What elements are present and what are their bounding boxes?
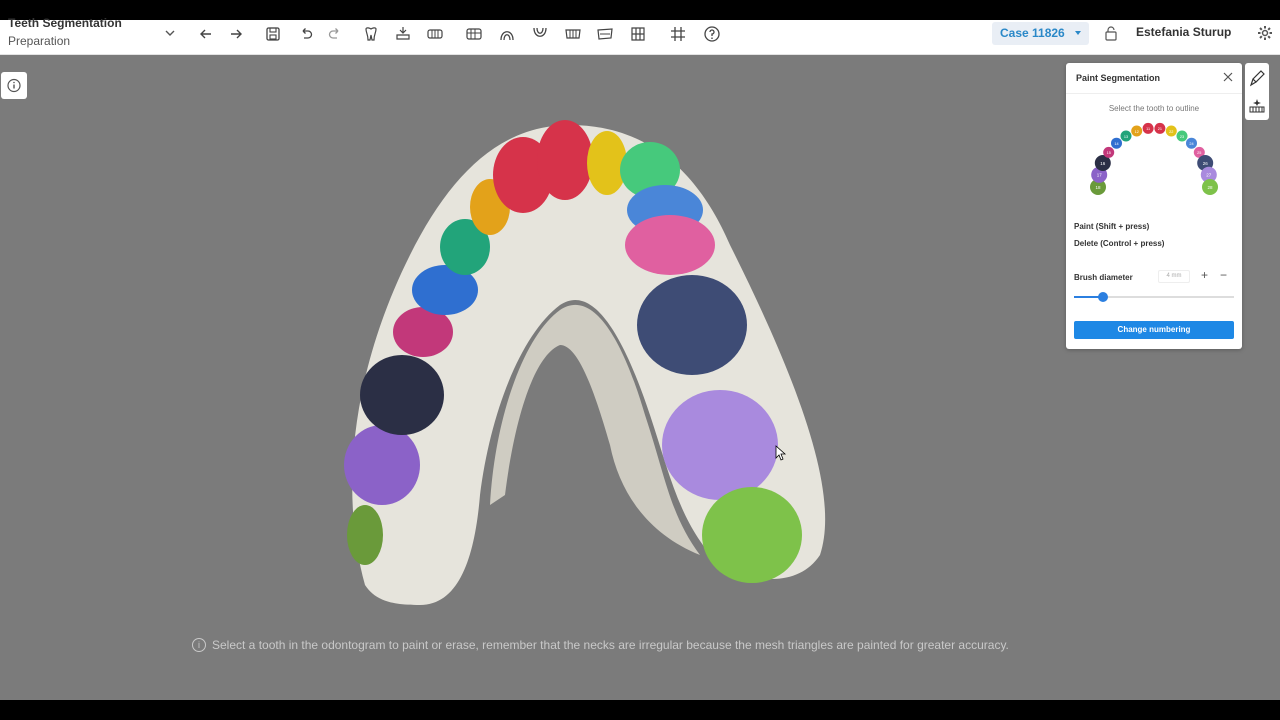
increase-brush-button[interactable]: + — [1201, 268, 1208, 282]
stage-selector[interactable]: Preparation — [8, 34, 70, 48]
top-toolbar: Teeth Segmentation Preparation Case 1182… — [0, 16, 1280, 55]
brush-slider[interactable] — [1074, 292, 1234, 302]
odontogram-tooth-14[interactable]: 14 — [1111, 137, 1122, 149]
odontogram-tooth-number: 11 — [1146, 127, 1150, 131]
odontogram-tooth-number: 17 — [1097, 173, 1103, 178]
gear-icon[interactable] — [1256, 24, 1274, 42]
change-numbering-button[interactable]: Change numbering — [1074, 321, 1234, 339]
odontogram-tooth-number: 26 — [1203, 161, 1209, 166]
arch-upper-icon[interactable] — [498, 25, 516, 43]
decrease-brush-button[interactable]: − — [1220, 268, 1227, 282]
paint-hint: Paint (Shift + press) — [1074, 222, 1150, 231]
arch-lower-icon[interactable] — [531, 25, 549, 43]
odontogram-tooth-22[interactable]: 22 — [1165, 125, 1177, 137]
help-icon[interactable] — [703, 25, 721, 43]
tooth-28[interactable] — [702, 487, 802, 583]
side-toolbar — [1245, 63, 1269, 120]
redo-icon[interactable] — [326, 25, 344, 43]
case-label: Case 11826 — [1000, 26, 1065, 40]
page-title: Teeth Segmentation — [8, 16, 122, 30]
auto-segment-icon[interactable] — [1248, 97, 1266, 115]
tooth-26[interactable] — [637, 275, 747, 375]
occlusion-icon[interactable] — [596, 25, 614, 43]
odontogram-tooth-number: 25 — [1197, 151, 1201, 155]
close-icon[interactable] — [1223, 72, 1233, 82]
case-selector[interactable]: Case 11826 — [992, 22, 1089, 45]
tooth-27[interactable] — [662, 390, 778, 500]
odontogram-tooth-13[interactable]: 13 — [1120, 130, 1132, 142]
odontogram-tooth-number: 12 — [1135, 130, 1139, 134]
back-arrow-icon[interactable] — [197, 25, 215, 43]
tooth-import-icon[interactable] — [394, 25, 412, 43]
3d-viewport[interactable]: i Select a tooth in the odontogram to pa… — [0, 55, 1280, 700]
jaw-icon[interactable] — [465, 25, 483, 43]
odontogram-tooth-23[interactable]: 23 — [1176, 130, 1188, 142]
tooth-tool-icon[interactable] — [362, 25, 380, 43]
model-icon[interactable] — [629, 25, 647, 43]
app-window: Teeth Segmentation Preparation Case 1182… — [0, 0, 1280, 720]
brush-icon[interactable] — [1248, 69, 1266, 87]
tooth-16[interactable] — [360, 355, 444, 435]
instruction-hint: i Select a tooth in the odontogram to pa… — [192, 638, 1009, 652]
odontogram-tooth-number: 16 — [1100, 161, 1106, 166]
hint-text: Select a tooth in the odontogram to pain… — [212, 638, 1009, 652]
odontogram-tooth-number: 24 — [1189, 142, 1193, 146]
panel-title: Paint Segmentation — [1076, 73, 1161, 83]
letterbox-top — [0, 0, 1280, 20]
chevron-down-icon[interactable] — [163, 26, 177, 40]
bite-icon[interactable] — [564, 25, 582, 43]
odontogram-tooth-number: 28 — [1207, 185, 1213, 190]
odontogram-tooth-number: 23 — [1180, 135, 1184, 139]
odontogram-label: Select the tooth to outline — [1108, 104, 1200, 113]
undo-icon[interactable] — [297, 25, 315, 43]
divider — [1066, 93, 1242, 94]
grid-icon[interactable] — [669, 25, 687, 43]
odontogram-tooth-number: 14 — [1114, 142, 1118, 146]
mouse-cursor-icon — [775, 445, 787, 461]
odontogram-tooth-21[interactable]: 21 — [1154, 122, 1166, 134]
dental-arch-model[interactable] — [320, 115, 860, 615]
brush-diameter-label: Brush diameter — [1074, 273, 1133, 282]
user-name[interactable]: Estefania Sturup — [1136, 25, 1231, 39]
info-icon — [7, 78, 21, 93]
odontogram-tooth-number: 15 — [1107, 151, 1111, 155]
odontogram-tooth-24[interactable]: 24 — [1186, 137, 1197, 149]
delete-hint: Delete (Control + press) — [1074, 239, 1165, 248]
scan-icon[interactable] — [426, 25, 444, 43]
info-button[interactable] — [1, 72, 27, 99]
brush-slider-thumb[interactable] — [1097, 292, 1108, 302]
forward-arrow-icon[interactable] — [227, 25, 245, 43]
tooth-25[interactable] — [625, 215, 715, 275]
caret-down-icon — [1075, 31, 1081, 35]
odontogram-tooth-number: 21 — [1158, 127, 1162, 131]
letterbox-bottom — [0, 700, 1280, 720]
tooth-21[interactable] — [537, 120, 593, 200]
odontogram-tooth-number: 22 — [1169, 130, 1173, 134]
odontogram-tooth-number: 27 — [1206, 173, 1212, 178]
odontogram-tooth-number: 18 — [1095, 185, 1101, 190]
tooth-17[interactable] — [344, 425, 420, 505]
odontogram-tooth-28[interactable]: 28 — [1202, 179, 1218, 195]
paint-segmentation-panel: Paint Segmentation Select the tooth to o… — [1066, 63, 1242, 349]
lock-icon[interactable] — [1104, 25, 1118, 41]
save-icon[interactable] — [264, 25, 282, 43]
info-icon: i — [192, 638, 206, 652]
brush-diameter-value[interactable]: 4 mm — [1158, 270, 1190, 283]
odontogram-tooth-number: 13 — [1124, 135, 1128, 139]
tooth-18[interactable] — [347, 505, 383, 565]
odontogram-tooth-11[interactable]: 11 — [1142, 122, 1154, 134]
odontogram-tooth-15[interactable]: 15 — [1103, 146, 1115, 158]
odontogram[interactable]: 18 17 16 15 14 13 12 11 21 22 23 24 25 26 27 28 — [1086, 113, 1222, 225]
odontogram-tooth-12[interactable]: 12 — [1131, 125, 1143, 137]
